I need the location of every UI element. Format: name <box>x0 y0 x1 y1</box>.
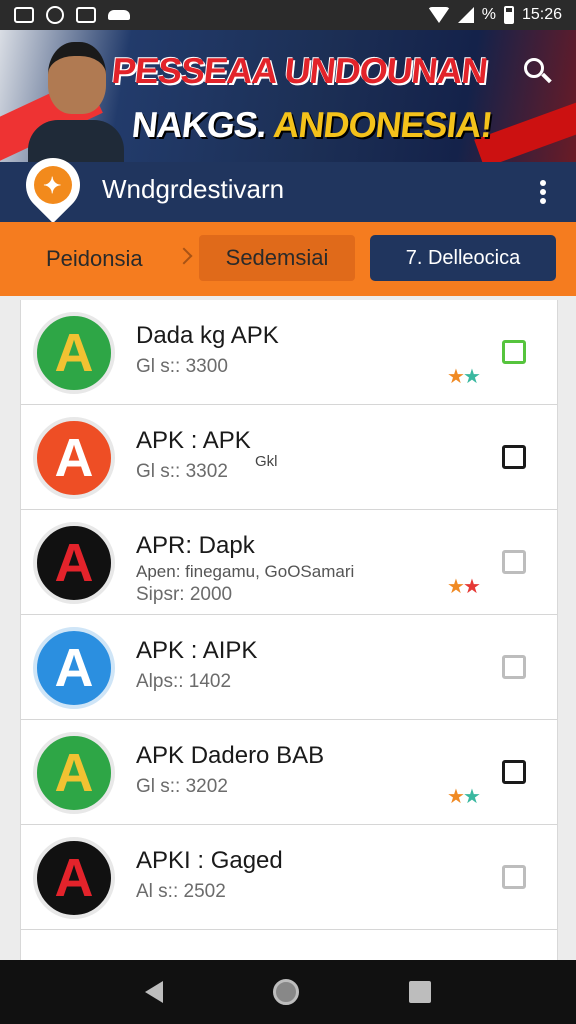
more-options-icon[interactable] <box>540 180 546 204</box>
action-button[interactable]: 7. Delleocica <box>370 235 556 281</box>
select-checkbox[interactable] <box>502 550 526 574</box>
banner-headline-line1: PESSEAA UNDOUNAN <box>109 50 489 91</box>
app-notification-icon <box>46 6 64 24</box>
rating-stars: ★★ <box>447 574 481 599</box>
status-bar: % 15:26 <box>0 0 576 30</box>
system-icons: % 15:26 <box>427 6 562 24</box>
list-item[interactable]: A APR: Dapk Apen: finegamu, GoOSamari Sipsr… <box>21 510 557 615</box>
app-size: Gl s:: 3302 <box>136 461 228 482</box>
star-icon: ★ <box>462 366 481 388</box>
app-title: APR: Dapk <box>136 532 255 559</box>
app-title: Wndgrdestivarn <box>102 174 285 204</box>
breadcrumb-current[interactable]: Sedemsiai <box>199 235 355 281</box>
app-icon: A <box>33 522 115 604</box>
app-size: Gl s:: 3202 <box>136 776 228 797</box>
signal-icon <box>457 7 474 23</box>
app-title: APK Dadero BAB <box>136 742 325 769</box>
breadcrumb-first[interactable]: Peidonsia <box>46 246 143 272</box>
app-title: APK : AIPK <box>136 637 258 664</box>
star-icon: ★ <box>462 576 481 598</box>
star-icon: ★ <box>447 576 465 598</box>
list-item[interactable]: A APKI : GagedAl s:: 2502 <box>21 825 557 930</box>
battery-icon <box>503 6 514 24</box>
app-bar: ✦ Wndgrdestivarn <box>0 146 576 224</box>
signal-label: % <box>481 6 496 23</box>
cloud-notification-icon <box>108 10 130 20</box>
list-item[interactable]: A APK : AIPKAlps:: 1402 <box>21 615 557 720</box>
recents-icon[interactable] <box>409 981 431 1003</box>
list-item[interactable]: A APK Dadero BABGl s:: 3202 ★★ <box>21 720 557 825</box>
app-list: A Dada kg APK Gl s:: 3300 ★★ A APK : APK Gl s:… <box>20 300 558 960</box>
star-icon: ★ <box>462 786 481 808</box>
rating-stars: ★★ <box>447 364 481 389</box>
banner-headline-yellow: ANDONESIA! <box>271 104 494 145</box>
app-size: Al s:: 2502 <box>136 881 226 902</box>
star-icon: ★ <box>447 366 465 388</box>
home-icon[interactable] <box>273 979 299 1005</box>
app-tag: Gkl <box>255 453 278 470</box>
image-notification-icon <box>14 7 34 23</box>
select-checkbox[interactable] <box>502 340 526 364</box>
select-checkbox[interactable] <box>502 865 526 889</box>
app-title: APK : APK <box>136 427 251 454</box>
promo-banner[interactable]: PESSEAA UNDOUNAN NAKGS. ANDONESIA! <box>0 30 576 162</box>
app-icon: A <box>33 312 115 394</box>
chevron-right-icon <box>175 247 193 265</box>
select-checkbox[interactable] <box>502 445 526 469</box>
app-title: APKI : Gaged <box>136 847 283 874</box>
app-icon: A <box>33 627 115 709</box>
system-navigation-bar <box>0 960 576 1024</box>
list-item[interactable]: A Dada kg APKGl s:: 3300 ★★ <box>21 300 557 405</box>
presenter-photo <box>28 42 124 162</box>
app-logo-icon[interactable]: ✦ <box>14 146 92 224</box>
clock: 15:26 <box>521 6 562 23</box>
breadcrumb-bar: Peidonsia Sedemsiai 7. Delleocica <box>0 222 576 296</box>
select-checkbox[interactable] <box>502 655 526 679</box>
app-size: Gl s:: 3300 <box>136 356 228 377</box>
app-icon: A <box>33 732 115 814</box>
banner-headline-white: NAKGS. <box>129 104 269 145</box>
app-size: Alps:: 1402 <box>136 671 232 692</box>
app-description: Apen: finegamu, GoOSamari <box>136 562 355 581</box>
wifi-icon <box>427 7 450 23</box>
gallery-notification-icon <box>76 7 96 23</box>
app-title: Dada kg APK <box>136 322 279 349</box>
star-icon: ★ <box>447 786 465 808</box>
app-icon: A <box>33 417 115 499</box>
search-icon[interactable] <box>524 58 552 88</box>
notification-icons <box>14 6 130 24</box>
banner-headline-line2: NAKGS. ANDONESIA! <box>130 104 494 146</box>
list-item[interactable]: A APK : APKGl s:: 3302 Gkl <box>21 405 557 510</box>
app-size: Sipsr: 2000 <box>136 584 233 605</box>
app-icon: A <box>33 837 115 919</box>
back-icon[interactable] <box>145 981 163 1003</box>
rating-stars: ★★ <box>447 784 481 809</box>
select-checkbox[interactable] <box>502 760 526 784</box>
